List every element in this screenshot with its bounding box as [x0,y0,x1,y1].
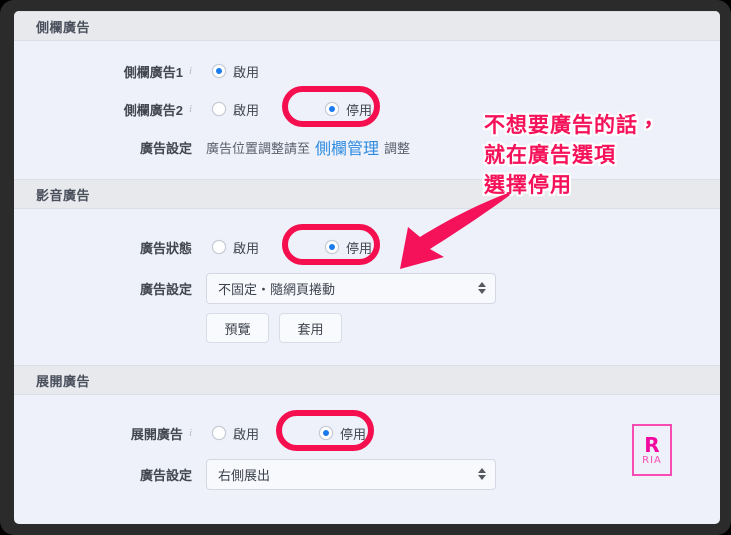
row-label: 廣告設定 [14,279,206,298]
radio-label: 停用 [340,426,367,442]
expand-direction-select[interactable]: 右側展出 [206,458,496,490]
radio-indicator-icon[interactable] [325,102,340,116]
row-label-text: 側欄廣告1 [123,64,183,80]
radio-option-enable[interactable]: 啟用 [206,234,265,261]
settings-page: 側欄廣告 側欄廣告1 i 啟用 側欄廣告2 i 啟用 停用 廣告設定 廣告位置調… [14,11,720,524]
row-label-text: 展開廣告 [130,426,183,442]
device-frame: 側欄廣告 側欄廣告1 i 啟用 側欄廣告2 i 啟用 停用 廣告設定 廣告位置調… [0,0,731,535]
radio-indicator-icon[interactable] [212,426,226,440]
radio-indicator-icon[interactable] [325,240,340,254]
stepper-arrows-icon[interactable] [478,468,486,480]
radio-option-disable[interactable]: 停用 [319,96,378,123]
row-label: 側欄廣告1 i [14,62,206,81]
stepper-arrows-icon[interactable] [478,282,486,294]
radio-group-expand-ad: 啟用 停用 [206,420,372,447]
row-field: 啟用 停用 [206,223,720,265]
radio-label: 停用 [346,240,373,256]
radio-group-sidebar-ad-2: 啟用 停用 [206,96,378,123]
row-field: 廣告位置調整請至 側欄管理 調整 [206,135,720,159]
section-body-expand-ads: 展開廣告 i 啟用 停用 廣告設定 右側展出 [14,395,720,495]
radio-option-disable[interactable]: 停用 [313,420,372,447]
radio-option-enable[interactable]: 啟用 [206,96,265,123]
info-icon[interactable]: i [189,427,192,439]
section-body-sidebar-ads: 側欄廣告1 i 啟用 側欄廣告2 i 啟用 停用 廣告設定 廣告位置調整請至 側… [14,41,720,179]
radio-option-enable[interactable]: 啟用 [206,420,265,447]
form-row-expand-ad: 展開廣告 i 啟用 停用 [14,409,720,453]
radio-label: 啟用 [233,240,260,256]
radio-indicator-icon[interactable] [212,240,226,254]
row-label: 展開廣告 i [14,424,206,443]
note-text-before: 廣告位置調整請至 [206,140,311,156]
row-label: 廣告設定 [14,138,206,157]
radio-indicator-icon[interactable] [319,426,334,440]
radio-label: 啟用 [233,64,260,80]
info-icon[interactable]: i [189,65,192,77]
radio-group-ad-status: 啟用 停用 [206,234,378,261]
form-row-ad-status: 廣告狀態 啟用 停用 [14,223,720,267]
row-label: 側欄廣告2 i [14,100,206,119]
ria-logo: R RIA [632,424,672,476]
section-body-video-ads: 廣告狀態 啟用 停用 廣告設定 不固定・隨網頁捲動 預覽 套用 [14,209,720,365]
row-label-text: 側欄廣告2 [123,102,183,118]
section-title: 展開廣告 [36,373,91,389]
button-row: 預覽 套用 [206,313,342,343]
row-field: 啟用 [206,58,720,85]
info-icon[interactable]: i [189,103,192,115]
row-field: 啟用 停用 [206,85,720,127]
form-row-action-buttons: 預覽 套用 [14,309,720,347]
row-label-text: 廣告設定 [139,467,192,483]
note-text-after: 調整 [384,140,411,156]
form-row-sidebar-ad-1: 側欄廣告1 i 啟用 [14,53,720,89]
row-label-text: 廣告設定 [139,281,192,297]
row-label-text: 廣告狀態 [139,240,192,256]
row-label-text: 廣告設定 [139,140,192,156]
radio-option-disable[interactable]: 停用 [319,234,378,261]
section-title: 影音廣告 [36,187,91,203]
form-row-ad-setting-note: 廣告設定 廣告位置調整請至 側欄管理 調整 [14,129,720,165]
form-row-ad-setting-select: 廣告設定 不固定・隨網頁捲動 [14,267,720,309]
radio-label: 停用 [346,102,373,118]
preview-button[interactable]: 預覽 [206,313,269,343]
row-field: 不固定・隨網頁捲動 [206,272,720,304]
row-field: 預覽 套用 [206,313,720,343]
form-row-sidebar-ad-2: 側欄廣告2 i 啟用 停用 [14,85,720,129]
apply-button[interactable]: 套用 [279,313,342,343]
radio-indicator-icon[interactable] [212,64,226,78]
sidebar-management-link[interactable]: 側欄管理 [315,135,379,159]
radio-group-sidebar-ad-1: 啟用 [206,58,265,85]
logo-subtext: RIA [642,454,662,466]
section-title: 側欄廣告 [36,19,91,35]
section-header-video-ads: 影音廣告 [14,179,720,209]
section-header-expand-ads: 展開廣告 [14,365,720,395]
section-header-sidebar-ads: 側欄廣告 [14,11,720,41]
row-label: 廣告設定 [14,465,206,484]
radio-label: 啟用 [233,426,260,442]
select-value: 右側展出 [218,467,271,483]
select-value: 不固定・隨網頁捲動 [218,281,336,297]
ad-position-select[interactable]: 不固定・隨網頁捲動 [206,272,496,304]
radio-indicator-icon[interactable] [212,102,226,116]
form-row-expand-setting-select: 廣告設定 右側展出 [14,453,720,495]
row-label: 廣告狀態 [14,238,206,257]
radio-option-enable[interactable]: 啟用 [206,58,265,85]
radio-label: 啟用 [233,102,260,118]
logo-mark: R [644,432,660,457]
